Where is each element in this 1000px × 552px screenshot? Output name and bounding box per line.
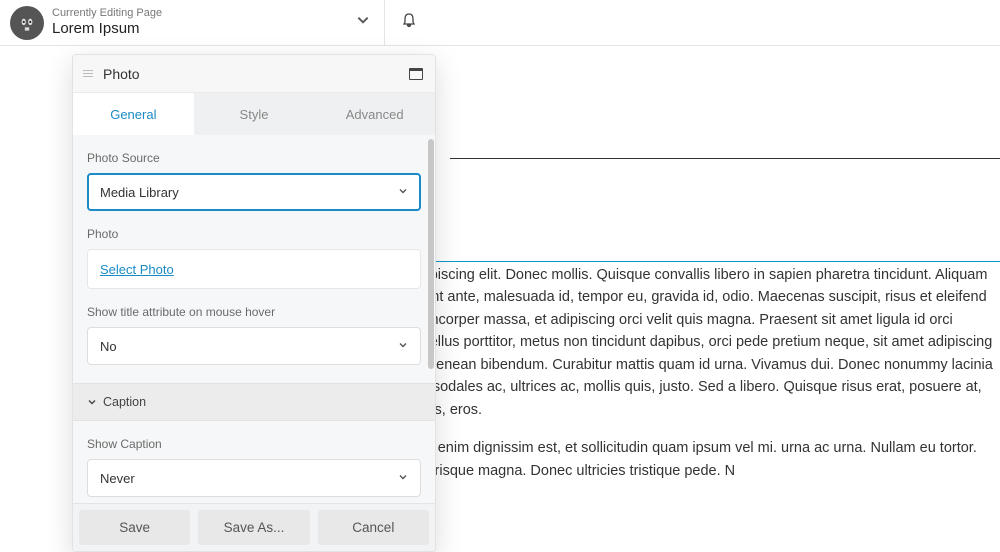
app-logo[interactable] [10,6,44,40]
notifications-button[interactable] [385,12,433,33]
save-button[interactable]: Save [79,510,190,545]
bell-icon [401,12,417,28]
photo-picker: Select Photo [87,249,421,289]
page-menu-toggle[interactable] [342,13,384,32]
scrollbar[interactable] [428,139,434,369]
tab-advanced[interactable]: Advanced [314,93,435,135]
select-photo-link[interactable]: Select Photo [100,262,174,277]
show-caption-select[interactable]: Never [87,459,421,497]
photo-label: Photo [87,227,421,241]
topbar: Currently Editing Page Lorem Ipsum [0,0,1000,46]
page-title: Lorem Ipsum [52,20,162,38]
panel-footer: Save Save As... Cancel [73,503,435,551]
panel-title: Photo [103,66,140,82]
chevron-down-icon [398,339,408,353]
select-value: Never [100,471,135,486]
panel-body: Photo Source Media Library Photo Select … [73,135,435,503]
chevron-down-icon [398,471,408,485]
chevron-down-icon [398,185,408,199]
maximize-icon[interactable] [409,68,423,80]
panel-tabs: General Style Advanced [73,93,435,135]
chevron-down-icon [87,397,97,407]
title-attr-select[interactable]: No [87,327,421,365]
title-attr-label: Show title attribute on mouse hover [87,305,421,319]
settings-panel: Photo General Style Advanced Photo Sourc… [72,54,436,552]
editing-label: Currently Editing Page [52,7,162,20]
photo-source-select[interactable]: Media Library [87,173,421,211]
beaver-icon [14,10,40,36]
panel-header[interactable]: Photo [73,55,435,93]
cancel-button[interactable]: Cancel [318,510,429,545]
tab-general[interactable]: General [73,93,194,135]
caption-section-toggle[interactable]: Caption [73,383,435,421]
drag-handle-icon[interactable] [83,70,93,77]
select-value: No [100,339,117,354]
section-title: Caption [103,395,146,409]
title-group: Currently Editing Page Lorem Ipsum [52,7,162,38]
save-as-button[interactable]: Save As... [198,510,309,545]
photo-source-label: Photo Source [87,151,421,165]
show-caption-label: Show Caption [87,437,421,451]
heading-rule [450,158,1000,159]
chevron-down-icon [356,13,370,27]
tab-style[interactable]: Style [194,93,315,135]
select-value: Media Library [100,185,179,200]
